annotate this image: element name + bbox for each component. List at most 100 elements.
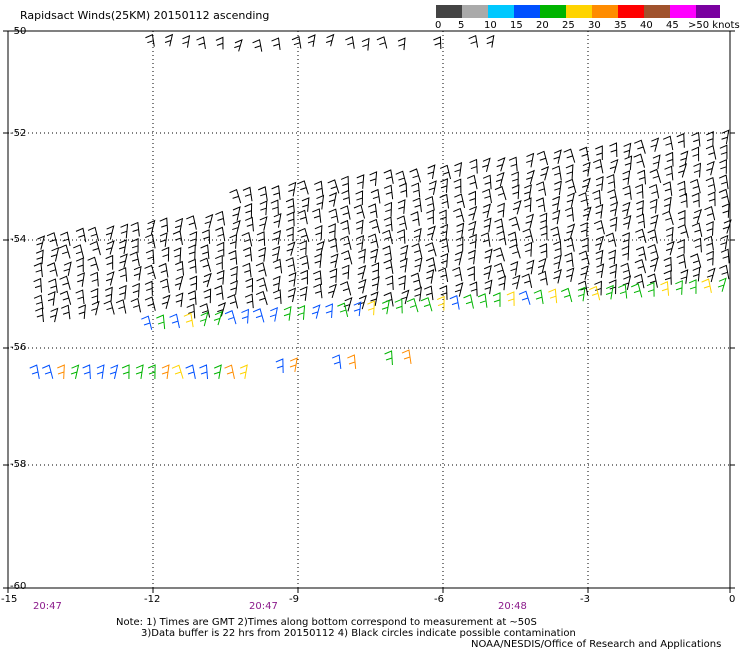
wind-barb (439, 193, 450, 209)
wind-barb (328, 192, 337, 207)
wind-barb (340, 205, 351, 220)
wind-barb (118, 267, 128, 282)
wind-barb (381, 299, 390, 315)
wind-barb (677, 180, 686, 196)
wind-barb (90, 271, 99, 287)
wind-barb (477, 293, 488, 308)
wind-barb (679, 192, 688, 208)
wind-barb (325, 303, 334, 318)
wind-barb (286, 226, 294, 242)
wind-barb (678, 163, 688, 178)
wind-barb (255, 262, 267, 277)
wind-barb (526, 152, 535, 168)
wind-barb (550, 226, 561, 241)
x-tick-label: -15 (1, 594, 18, 605)
wind-barb (605, 284, 614, 300)
x-tick-label: -6 (434, 594, 444, 605)
wind-barb (580, 222, 588, 237)
wind-barb (425, 257, 437, 272)
wind-barb (624, 155, 633, 171)
wind-barb (115, 299, 127, 314)
wind-barb (174, 275, 184, 291)
wind-barb (47, 290, 56, 306)
wind-barb (533, 289, 544, 305)
wind-barb (78, 304, 86, 319)
wind-barb (454, 161, 463, 177)
wind-barb (566, 267, 575, 282)
wind-barb (398, 275, 406, 290)
wind-barb (526, 259, 535, 275)
wind-barb (146, 219, 156, 235)
wind-barb (299, 286, 308, 301)
wind-barb (273, 230, 282, 245)
wind-barb (314, 180, 324, 196)
wind-barb (252, 39, 263, 52)
x-tick-label: -9 (289, 594, 299, 605)
wind-barb (665, 151, 674, 167)
wind-barb (187, 290, 197, 305)
wind-barb (103, 300, 115, 315)
wind-barb (119, 253, 128, 268)
wind-barb (524, 184, 532, 199)
wind-barb (47, 262, 58, 277)
wind-barb (272, 275, 281, 291)
wind-barb (623, 142, 632, 158)
wind-barb (327, 283, 337, 298)
wind-barb (676, 253, 687, 269)
wind-barb (42, 364, 54, 379)
wind-barb (60, 231, 71, 247)
wind-barb (215, 36, 224, 50)
wind-barb (356, 234, 365, 250)
wind-barb (720, 248, 730, 264)
wind-barb (367, 233, 379, 248)
wind-barb (129, 251, 140, 267)
wind-barb (105, 271, 115, 286)
wind-barb (105, 254, 114, 270)
wind-barb (341, 250, 353, 265)
wind-barb (331, 354, 342, 370)
wind-barb (35, 249, 44, 265)
wind-barb (467, 265, 475, 281)
wind-barb (539, 243, 548, 258)
wind-barb (606, 173, 616, 189)
wind-barb (307, 34, 316, 47)
wind-barb (341, 189, 351, 205)
wind-barb (412, 197, 422, 213)
wind-barb (383, 216, 393, 232)
wind-barb (188, 258, 197, 274)
wind-barb (312, 208, 322, 223)
wind-barb (144, 280, 153, 296)
wind-barbs-black (33, 33, 732, 323)
wind-barb (693, 237, 702, 253)
y-tick-label: -54 (10, 234, 27, 245)
wind-barb (647, 273, 658, 288)
wind-barb (691, 131, 701, 147)
wind-barb (433, 36, 442, 49)
wind-barb (340, 175, 350, 191)
wind-barb (121, 364, 130, 380)
wind-barb (691, 222, 703, 237)
wind-barb (383, 184, 394, 200)
wind-barb (664, 165, 674, 181)
wind-barb (482, 188, 492, 204)
wind-barb (662, 181, 673, 196)
wind-barb (340, 219, 350, 235)
wind-barb (718, 188, 730, 204)
wind-barb (420, 297, 433, 312)
wind-barb (605, 232, 617, 247)
wind-barb (705, 221, 714, 236)
wind-barb (496, 230, 507, 246)
wind-barb (287, 287, 297, 303)
wind-barb (215, 254, 223, 270)
wind-barb (329, 268, 338, 283)
wind-barb (399, 257, 408, 273)
wind-barb (161, 364, 170, 380)
wind-barb (566, 192, 575, 207)
wind-barb (228, 250, 238, 265)
wind-barb (383, 259, 394, 274)
wind-barb (299, 254, 310, 270)
wind-barb (552, 195, 561, 211)
wind-barb (609, 216, 618, 232)
wind-barb (609, 201, 619, 217)
wind-barb (242, 262, 252, 278)
